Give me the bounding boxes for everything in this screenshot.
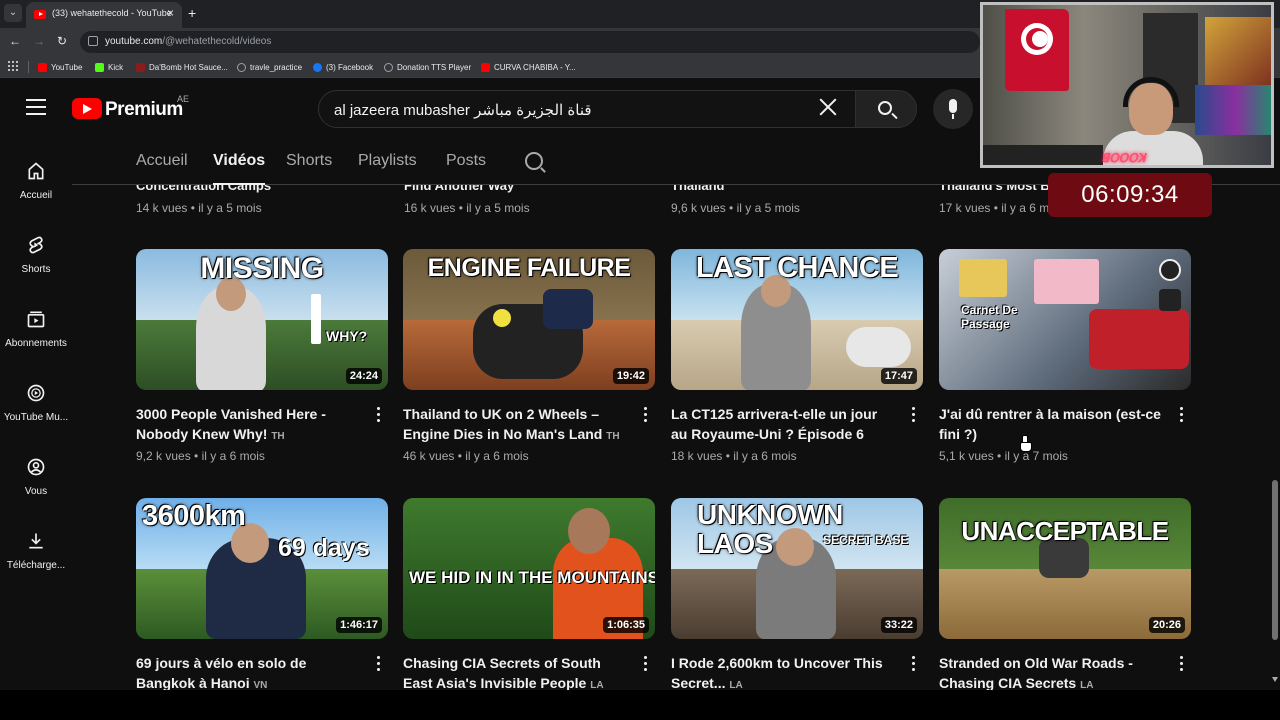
video-thumbnail[interactable]: ENGINE FAILURE 19:42 bbox=[403, 249, 655, 390]
upload-age: il y a 7 mois bbox=[1004, 449, 1068, 463]
view-count: 5,1 k vues bbox=[939, 449, 994, 463]
duration-badge: 17:47 bbox=[880, 368, 917, 384]
upload-age: il y a 6 mois bbox=[733, 449, 797, 463]
more-actions-icon[interactable] bbox=[1180, 656, 1184, 672]
more-actions-icon[interactable] bbox=[644, 407, 648, 423]
page-scrollbar[interactable] bbox=[1270, 185, 1280, 690]
tab-videos[interactable]: Vidéos bbox=[213, 152, 266, 185]
video-title-text: I Rode 2,600km to Uncover This Secret... bbox=[671, 655, 883, 691]
thumbnail-headline: ENGINE FAILURE bbox=[427, 254, 631, 282]
video-title[interactable]: Chasing CIA Secrets of South East Asia's… bbox=[403, 653, 629, 693]
duration-badge: 19:42 bbox=[612, 368, 649, 384]
more-actions-icon[interactable] bbox=[377, 656, 381, 672]
thumbnail-subtext: WHY? bbox=[326, 328, 368, 344]
upload-age: il y a 6 mois bbox=[465, 449, 529, 463]
duration-badge: 33:22 bbox=[880, 617, 917, 633]
video-title[interactable]: 3000 People Vanished Here - Nobody Knew … bbox=[136, 404, 362, 444]
video-meta: 18 k vues • il y a 6 mois bbox=[671, 449, 797, 463]
duration-badge: 20:26 bbox=[1148, 617, 1185, 633]
tunisia-flag bbox=[1005, 9, 1069, 91]
video-title[interactable]: 69 jours à vélo en solo de Bangkok à Han… bbox=[136, 653, 362, 693]
prev-meta-3: 9,6 k vues • il y a 5 mois bbox=[671, 201, 800, 215]
video-title-text: 69 jours à vélo en solo de Bangkok à Han… bbox=[136, 655, 307, 691]
video-title-text: Chasing CIA Secrets of South East Asia's… bbox=[403, 655, 601, 691]
video-title-text: La CT125 arrivera-t-elle un jour au Roya… bbox=[671, 406, 878, 442]
video-thumbnail[interactable]: Carnet De Passage bbox=[939, 249, 1191, 390]
video-thumbnail[interactable]: UNACCEPTABLE 20:26 bbox=[939, 498, 1191, 639]
duration-badge: 1:06:35 bbox=[603, 617, 649, 633]
video-title[interactable]: J'ai dû rentrer à la maison (est-ce fini… bbox=[939, 404, 1165, 444]
view-count: 9,2 k vues bbox=[136, 449, 191, 463]
prev-meta-2: 16 k vues • il y a 5 mois bbox=[404, 201, 530, 215]
more-actions-icon[interactable] bbox=[912, 407, 916, 423]
more-actions-icon[interactable] bbox=[912, 656, 916, 672]
video-thumbnail[interactable]: WE HID IN IN THE MOUNTAINS! 1:06:35 bbox=[403, 498, 655, 639]
webcam-overlay: ꓭꓳꓳꓳꓘ bbox=[980, 2, 1274, 168]
country-code-badge: TH bbox=[271, 431, 285, 442]
video-title-text: J'ai dû rentrer à la maison (est-ce fini… bbox=[939, 406, 1161, 442]
tab-playlists[interactable]: Playlists bbox=[358, 152, 417, 170]
more-actions-icon[interactable] bbox=[1180, 407, 1184, 423]
scroll-down-arrow-icon[interactable] bbox=[1272, 677, 1278, 682]
video-thumbnail[interactable]: UNKNOWN LAOS SECRET BASE 33:22 bbox=[671, 498, 923, 639]
video-thumbnail[interactable]: LAST CHANCE 17:47 bbox=[671, 249, 923, 390]
video-title-text: Stranded on Old War Roads - Chasing CIA … bbox=[939, 655, 1133, 691]
video-title[interactable]: Thailand to UK on 2 Wheels – Engine Dies… bbox=[403, 404, 629, 444]
video-thumbnail[interactable]: 3600km 69 days 1:46:17 bbox=[136, 498, 388, 639]
video-title-text: Thailand to UK on 2 Wheels – Engine Dies… bbox=[403, 406, 603, 442]
duration-badge: 1:46:17 bbox=[336, 617, 382, 633]
video-meta: 46 k vues • il y a 6 mois bbox=[403, 449, 529, 463]
stream-timer: 06:09:34 bbox=[1048, 173, 1212, 217]
bottom-letterbox bbox=[0, 690, 1280, 720]
video-meta: 9,2 k vues • il y a 6 mois bbox=[136, 449, 265, 463]
thumbnail-headline: UNKNOWN LAOS bbox=[697, 499, 843, 559]
channel-search-icon[interactable] bbox=[525, 152, 543, 170]
more-actions-icon[interactable] bbox=[644, 656, 648, 672]
thumbnail-headline: MISSING bbox=[200, 252, 324, 285]
thumbnail-headline: 3600km bbox=[142, 500, 246, 532]
thumbnail-subtext: Carnet De Passage bbox=[961, 303, 1018, 331]
neon-sign: ꓭꓳꓳꓳꓘ bbox=[1101, 151, 1146, 165]
video-meta: 5,1 k vues • il y a 7 mois bbox=[939, 449, 1068, 463]
video-title[interactable]: La CT125 arrivera-t-elle un jour au Roya… bbox=[671, 404, 897, 444]
thumbnail-headline: UNACCEPTABLE bbox=[961, 516, 1169, 546]
duration-badge: 24:24 bbox=[345, 368, 382, 384]
view-count: 18 k vues bbox=[671, 449, 723, 463]
mouse-cursor-hand-icon bbox=[1020, 435, 1032, 452]
video-title-text: 3000 People Vanished Here - Nobody Knew … bbox=[136, 406, 326, 442]
watch-later-icon[interactable] bbox=[1159, 259, 1181, 281]
more-actions-icon[interactable] bbox=[377, 407, 381, 423]
thumbnail-subtext: WE HID IN IN THE MOUNTAINS! bbox=[409, 568, 655, 587]
scrollbar-thumb[interactable] bbox=[1272, 480, 1278, 640]
tab-shorts[interactable]: Shorts bbox=[286, 152, 332, 170]
tab-posts[interactable]: Posts bbox=[446, 152, 486, 170]
country-code-badge: TH bbox=[606, 431, 620, 442]
thumbnail-subtext: 69 days bbox=[278, 534, 370, 562]
video-title[interactable]: Stranded on Old War Roads - Chasing CIA … bbox=[939, 653, 1165, 693]
upload-age: il y a 6 mois bbox=[201, 449, 265, 463]
prev-meta-4: 17 k vues • il y a 6 m bbox=[939, 201, 1050, 215]
prev-meta-1: 14 k vues • il y a 5 mois bbox=[136, 201, 262, 215]
view-count: 46 k vues bbox=[403, 449, 455, 463]
video-thumbnail[interactable]: MISSING WHY? 24:24 bbox=[136, 249, 388, 390]
add-to-queue-icon[interactable] bbox=[1159, 289, 1181, 311]
tab-home[interactable]: Accueil bbox=[136, 152, 188, 170]
video-title[interactable]: I Rode 2,600km to Uncover This Secret...… bbox=[671, 653, 897, 693]
thumbnail-headline: LAST CHANCE bbox=[695, 252, 899, 284]
thumbnail-subtext: SECRET BASE bbox=[823, 533, 909, 547]
